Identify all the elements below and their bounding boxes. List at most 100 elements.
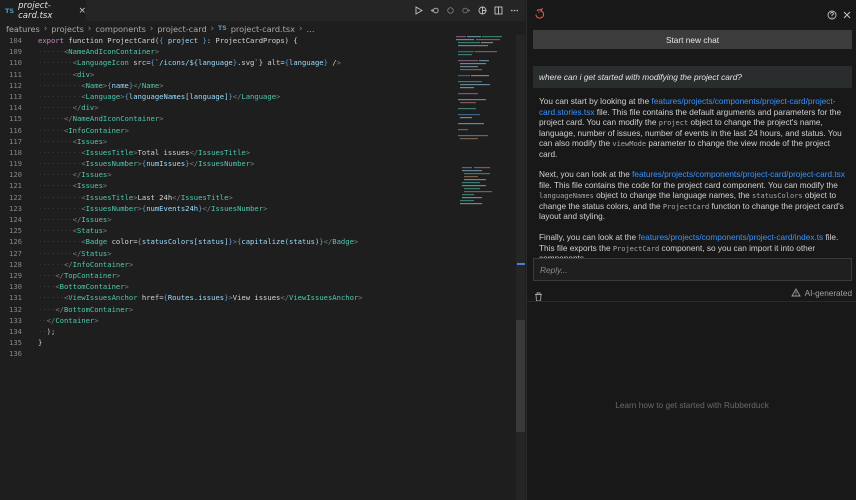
typescript-icon: TS bbox=[218, 25, 227, 32]
breadcrumb-item[interactable]: project-card bbox=[157, 24, 206, 34]
inline-code: viewMode bbox=[612, 140, 647, 148]
line-number: 116 bbox=[9, 125, 22, 135]
code-line[interactable]: 131 ······<ViewIssuesAnchor href={Routes.… bbox=[0, 292, 460, 303]
code-line[interactable]: 124 ········</Issues> bbox=[0, 214, 460, 225]
code-editor[interactable]: TS project-card.tsx × features › project… bbox=[0, 0, 525, 500]
go-forward-icon[interactable] bbox=[462, 6, 471, 15]
line-number: 135 bbox=[9, 338, 22, 348]
git-compare-icon[interactable] bbox=[478, 6, 487, 15]
code-text: ········</Issues> bbox=[38, 170, 112, 180]
code-line[interactable]: 116 ······<InfoContainer> bbox=[0, 125, 460, 136]
line-number: 117 bbox=[9, 136, 22, 146]
answer-text: You can start by looking at the bbox=[539, 97, 652, 106]
code-line[interactable]: 126 ··········<Badge color={statusColors[… bbox=[0, 236, 460, 247]
code-line[interactable]: 109 ······<NameAndIconContainer> bbox=[0, 46, 460, 57]
code-line[interactable]: 114 ········</div> bbox=[0, 102, 460, 113]
more-icon[interactable] bbox=[510, 6, 519, 15]
code-line[interactable]: 128 ······</InfoContainer> bbox=[0, 259, 460, 270]
inline-code: languageNames bbox=[539, 192, 594, 201]
code-text: ····</BottomContainer> bbox=[38, 304, 134, 314]
code-line[interactable]: 119 ··········<IssuesNumber>{numIssues}</… bbox=[0, 158, 460, 169]
scrollbar-thumb[interactable] bbox=[516, 320, 525, 432]
code-text: ··</Container> bbox=[38, 315, 99, 325]
chevron-right-icon: › bbox=[149, 23, 154, 34]
breadcrumb-item[interactable]: components bbox=[95, 24, 146, 34]
answer-text: Finally, you can look at the bbox=[539, 233, 639, 243]
code-text: ········<Issues> bbox=[38, 181, 108, 191]
line-number: 111 bbox=[9, 69, 22, 79]
history-icon[interactable] bbox=[430, 6, 439, 15]
play-icon[interactable] bbox=[414, 6, 423, 15]
code-line[interactable]: 118 ··········<IssuesTitle>Total issues</… bbox=[0, 147, 460, 158]
line-number: 127 bbox=[9, 248, 22, 258]
breadcrumb-file[interactable]: project-card.tsx bbox=[231, 24, 295, 34]
help-icon[interactable] bbox=[827, 5, 837, 24]
code-text: } bbox=[38, 338, 43, 348]
tab-project-card[interactable]: TS project-card.tsx × bbox=[0, 0, 86, 21]
code-text: ········</Status> bbox=[38, 248, 112, 258]
line-number: 114 bbox=[9, 103, 22, 113]
code-text: ········<Issues> bbox=[38, 136, 108, 146]
tab-close-icon[interactable]: × bbox=[78, 6, 86, 16]
line-number: 132 bbox=[9, 304, 22, 314]
code-line[interactable]: 122 ··········<IssuesTitle>Last 24h</Issu… bbox=[0, 192, 460, 203]
breadcrumb-item[interactable]: features bbox=[6, 24, 40, 34]
code-line[interactable]: 134 ··); bbox=[0, 326, 460, 337]
line-number: 130 bbox=[9, 282, 22, 292]
code-line[interactable]: 112 ··········<Name>{name}</Name> bbox=[0, 80, 460, 91]
code-line[interactable]: 113 ··········<Language>{languageNames[la… bbox=[0, 91, 460, 102]
code-line[interactable]: 117 ········<Issues> bbox=[0, 136, 460, 147]
line-number: 125 bbox=[9, 226, 22, 236]
line-number: 133 bbox=[9, 315, 22, 325]
code-text: ········</div> bbox=[38, 103, 99, 113]
code-text: ····</TopContainer> bbox=[38, 270, 121, 280]
learn-link[interactable]: Learn how to get started with Rubberduck bbox=[527, 400, 856, 410]
close-icon[interactable] bbox=[842, 5, 852, 24]
line-number: 123 bbox=[9, 203, 22, 213]
divider bbox=[527, 301, 856, 302]
code-line[interactable]: 104 export function ProjectCard({ project… bbox=[0, 35, 460, 46]
warning-icon bbox=[790, 288, 801, 299]
breadcrumb-more[interactable]: … bbox=[306, 24, 314, 34]
minimap[interactable] bbox=[456, 35, 516, 210]
code-line[interactable]: 125 ········<Status> bbox=[0, 225, 460, 236]
code-line[interactable]: 132 ····</BottomContainer> bbox=[0, 304, 460, 315]
inline-code: project bbox=[658, 119, 689, 127]
code-text: ······</NameAndIconContainer> bbox=[38, 114, 164, 124]
ai-generated-label: AI-generated bbox=[804, 289, 852, 298]
start-new-chat-button[interactable]: Start new chat bbox=[533, 30, 852, 49]
line-number: 131 bbox=[9, 293, 22, 303]
line-number: 113 bbox=[9, 91, 22, 101]
code-line[interactable]: 123 ··········<IssuesNumber>{numEvents24h… bbox=[0, 203, 460, 214]
code-text: ········<Status> bbox=[38, 226, 108, 236]
line-number: 110 bbox=[9, 58, 22, 68]
answer-text: file. This file contains the code for th… bbox=[539, 180, 838, 190]
code-line[interactable]: 111 ········<div> bbox=[0, 69, 460, 80]
rubberduck-icon bbox=[534, 5, 546, 24]
code-line[interactable]: 136 bbox=[0, 348, 460, 359]
code-line[interactable]: 127 ········</Status> bbox=[0, 248, 460, 259]
line-number: 109 bbox=[9, 47, 22, 57]
reply-input[interactable]: Reply... bbox=[533, 258, 852, 281]
answer-text: object to change the language names, the bbox=[593, 191, 753, 201]
breadcrumb-item[interactable]: projects bbox=[51, 24, 84, 34]
code-line[interactable]: 120 ········</Issues> bbox=[0, 169, 460, 180]
code-line[interactable]: 133 ··</Container> bbox=[0, 315, 460, 326]
code-area[interactable]: 104 export function ProjectCard({ project… bbox=[0, 35, 460, 371]
code-line[interactable]: 135} bbox=[0, 337, 460, 348]
code-line[interactable]: 110 ········<LanguageIcon src={`/icons/${… bbox=[0, 57, 460, 68]
code-text: ··········<IssuesTitle>Last 24h</IssuesT… bbox=[38, 192, 233, 202]
code-line[interactable]: 129 ····</TopContainer> bbox=[0, 270, 460, 281]
code-line[interactable]: 115 ······</NameAndIconContainer> bbox=[0, 113, 460, 124]
trash-icon[interactable] bbox=[534, 287, 543, 306]
circle-icon[interactable] bbox=[446, 6, 455, 15]
code-text: ········<div> bbox=[38, 69, 95, 79]
code-line[interactable]: 130 ····<BottomContainer> bbox=[0, 281, 460, 292]
line-number: 134 bbox=[9, 326, 22, 336]
file-link[interactable]: features/projects/components/project-car… bbox=[632, 170, 845, 179]
code-line[interactable] bbox=[0, 359, 460, 370]
file-link[interactable]: features/projects/components/project-car… bbox=[638, 233, 823, 242]
code-line[interactable]: 121 ········<Issues> bbox=[0, 180, 460, 191]
split-editor-icon[interactable] bbox=[494, 6, 503, 15]
line-number: 128 bbox=[9, 259, 22, 269]
